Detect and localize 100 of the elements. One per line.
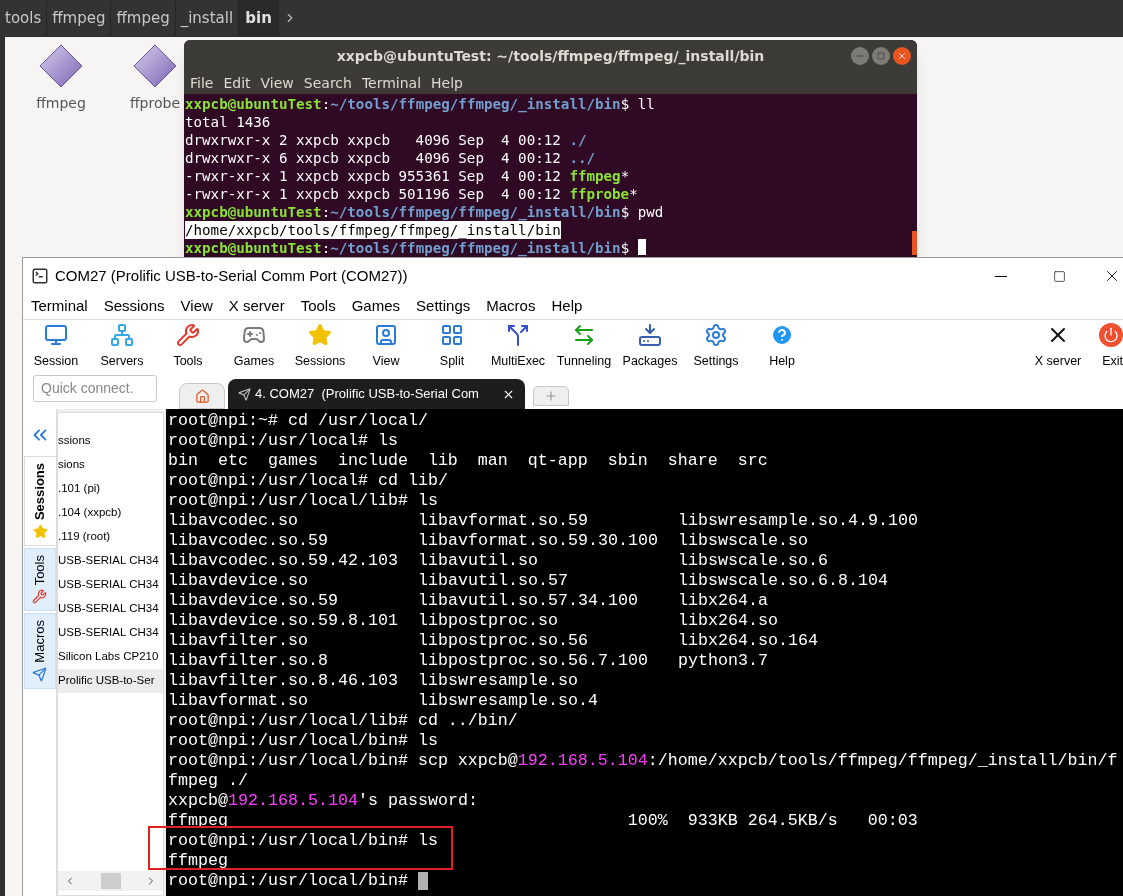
terminal-text: $ pwd xyxy=(620,203,664,221)
quick-connect-field[interactable]: Quick connect. xyxy=(33,375,157,402)
terminal-text: root@npi:/usr/local/bin# ls xyxy=(168,831,438,851)
terminal-text: ~/tools/ffmpeg/ffmpeg/_install/bin xyxy=(330,203,621,221)
toolbar-button[interactable]: MultiExec xyxy=(485,320,551,374)
session-item[interactable]: .101 (pi) xyxy=(58,477,163,501)
session-item[interactable]: ssions xyxy=(58,429,163,453)
file-name: libavutil.so xyxy=(418,551,539,571)
file-name: python3.7 xyxy=(678,651,768,671)
session-item[interactable]: sions xyxy=(58,453,163,477)
session-item[interactable]: .104 (xxpcb) xyxy=(58,501,163,525)
menu-item[interactable]: Sessions xyxy=(102,295,166,318)
session-item[interactable]: Prolific USB-to-Ser xyxy=(58,669,163,693)
scrollbar-thumb[interactable] xyxy=(100,873,121,889)
menu-item[interactable]: Terminal xyxy=(30,295,89,318)
breadcrumb-button[interactable]: bin xyxy=(239,0,280,36)
toolbar-button[interactable]: Help xyxy=(749,320,815,374)
terminal-text: root@npi:/usr/local/lib# cd ../bin/ xyxy=(168,711,518,731)
toolbar-button[interactable]: Tunneling xyxy=(551,320,617,374)
session-item[interactable]: Silicon Labs CP210 xyxy=(58,645,163,669)
maximize-icon xyxy=(1052,269,1066,283)
terminal-text: ~/tools/ffmpeg/ffmpeg/_install/bin xyxy=(330,239,621,257)
file-name[interactable]: ffmpeg xyxy=(36,93,86,114)
side-tab[interactable]: Macros xyxy=(23,613,56,690)
menu-item[interactable]: File xyxy=(190,72,214,94)
terminal-text: 192.168.5.104 xyxy=(517,751,648,771)
terminal-text: ffmpeg xyxy=(569,167,621,185)
scrollbar-thumb[interactable] xyxy=(912,231,917,255)
session-tab[interactable]: 4. COM27 (Prolific USB-to-Serial Com xyxy=(228,379,525,409)
toolbar-button[interactable]: Tools xyxy=(155,320,221,374)
new-tab-button[interactable] xyxy=(533,386,569,406)
menu-item[interactable]: Help xyxy=(431,72,463,94)
home-tab[interactable] xyxy=(179,383,225,409)
file-name: libx264.a xyxy=(678,591,768,611)
toolbar-button[interactable]: X server xyxy=(1025,320,1091,374)
file-name: libavformat.so xyxy=(168,691,309,711)
settings-icon xyxy=(704,323,728,348)
toolbar-button[interactable]: Split xyxy=(419,320,485,374)
menu-item[interactable]: View xyxy=(260,72,294,94)
toolbar-button[interactable]: Games xyxy=(221,320,287,374)
file-name: libavcodec.so.59.42.103 xyxy=(168,551,399,571)
breadcrumb-button[interactable]: tools xyxy=(0,0,48,36)
toolbar-button[interactable]: Exit xyxy=(1091,320,1123,374)
toolbar-button[interactable]: Servers xyxy=(89,320,155,374)
monitor-user-icon xyxy=(374,323,398,348)
terminal-text: ../ xyxy=(569,149,595,167)
terminal-text: /home/xxpcb/tools/ffmpeg/ffmpeg/_install/bin xyxy=(185,221,561,239)
file-name: libswresample.so xyxy=(418,671,579,691)
terminal-text: total 1436 xyxy=(185,113,271,131)
file-name: libavformat.so.59 xyxy=(418,511,589,531)
close-button[interactable] xyxy=(893,47,911,65)
file-name: libavfilter.so xyxy=(168,631,309,651)
toolbar-button[interactable]: Settings xyxy=(683,320,749,374)
menu-item[interactable]: Terminal xyxy=(361,72,422,94)
file-name: libx264.so.164 xyxy=(678,631,818,651)
session-item[interactable]: USB-SERIAL CH34 xyxy=(58,549,163,573)
menu-item[interactable]: Games xyxy=(350,295,402,318)
terminal-text: xxpcb@ubuntuTest xyxy=(185,95,322,113)
toolbar-button[interactable]: Packages xyxy=(617,320,683,374)
menu-item[interactable]: X server xyxy=(227,295,286,318)
menu-item[interactable]: Tools xyxy=(299,295,337,318)
house-icon xyxy=(194,388,210,404)
file-name: libavfilter.so.8 xyxy=(168,651,329,671)
terminal-text: $ ll xyxy=(620,95,655,113)
menu-item[interactable]: Edit xyxy=(223,72,251,94)
breadcrumb-button[interactable]: ffmpeg xyxy=(47,0,112,36)
session-item[interactable]: USB-SERIAL CH34 xyxy=(58,597,163,621)
terminal-text: root@npi:/usr/local# ls xyxy=(168,431,398,451)
terminal-text: -rwxr-xr-x 1 xxpcb xxpcb 955361 Sep 4 00:12 xyxy=(185,167,562,185)
minimize-button[interactable] xyxy=(851,47,869,65)
terminal-text: bin etc games include lib man qt-app sbin share src xyxy=(168,451,768,471)
toolbar-button[interactable]: Sessions xyxy=(287,320,353,374)
breadcrumb-button[interactable]: ffmpeg xyxy=(111,0,176,36)
file-name[interactable]: ffprobe xyxy=(129,93,180,114)
terminal-text: $ xyxy=(620,239,631,257)
terminal-text: xxpcb@ xyxy=(168,791,228,811)
terminal-text: ./ xyxy=(569,131,587,149)
menu-item[interactable]: Settings xyxy=(415,295,472,318)
session-item[interactable]: USB-SERIAL CH34 xyxy=(58,573,163,597)
horizontal-scrollbar[interactable] xyxy=(58,871,163,891)
session-item[interactable]: .119 (root) xyxy=(58,525,163,549)
menu-item[interactable]: Help xyxy=(550,295,584,318)
menu-item[interactable]: Search xyxy=(303,72,352,94)
wrench-icon xyxy=(176,323,200,348)
close-icon xyxy=(897,51,907,61)
side-tab[interactable]: Tools xyxy=(23,548,56,612)
file-name: libavformat.so.59.30.100 xyxy=(418,531,659,551)
side-tab[interactable]: Sessions xyxy=(23,456,56,547)
session-item[interactable]: USB-SERIAL CH34 xyxy=(58,621,163,645)
menu-item[interactable]: Macros xyxy=(485,295,537,318)
paper-plane-icon xyxy=(32,667,47,683)
terminal-text: root@npi:/usr/local/bin# ls xyxy=(168,731,438,751)
toolbar-button[interactable]: View xyxy=(353,320,419,374)
window-title: COM27 (Prolific USB-to-Serial Comm Port (COM27)) xyxy=(55,265,408,286)
terminal-text: root@npi:/usr/local# cd lib/ xyxy=(168,471,448,491)
terminal-text: ffmpeg 100% 933KB 264.5KB/s 00:03 xyxy=(168,811,918,831)
toolbar-button[interactable]: Session xyxy=(23,320,89,374)
terminal-text: * xyxy=(629,185,638,203)
star-icon xyxy=(32,524,48,540)
menu-item[interactable]: View xyxy=(179,295,214,318)
